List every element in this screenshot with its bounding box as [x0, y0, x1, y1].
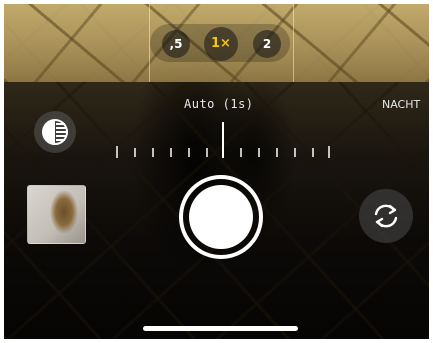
last-photo-thumbnail[interactable] [27, 185, 86, 244]
slider-tick [206, 148, 208, 157]
flip-camera-button[interactable] [359, 189, 413, 243]
slider-tick [240, 148, 242, 157]
zoom-2x-button[interactable]: 2 [253, 30, 281, 58]
shutter-button[interactable] [179, 175, 263, 259]
home-indicator[interactable] [143, 326, 298, 331]
zoom-0-5-button[interactable]: ,5 [162, 30, 190, 58]
styles-filter-icon [42, 119, 68, 145]
slider-tick [276, 148, 278, 157]
camera-screen: ,5 1× 2 Auto (1s) NACHT [4, 4, 429, 339]
camera-flip-icon [374, 204, 398, 228]
slider-tick [258, 148, 260, 157]
slider-thumb[interactable] [222, 122, 224, 158]
slider-tick [134, 148, 136, 157]
zoom-1x-button[interactable]: 1× [204, 27, 238, 61]
shutter-inner [189, 185, 253, 249]
slider-tick [152, 148, 154, 157]
grid-line-vertical-right [293, 4, 294, 82]
filter-button[interactable] [34, 111, 76, 153]
slider-tick [294, 148, 296, 157]
slider-tick [312, 148, 314, 157]
exposure-label: Auto (1s) [184, 97, 254, 111]
night-mode-label[interactable]: NACHT [382, 98, 420, 111]
slider-tick [170, 148, 172, 157]
slider-tick [116, 146, 118, 158]
slider-tick [328, 146, 330, 158]
slider-tick [188, 148, 190, 157]
exposure-slider[interactable] [112, 118, 332, 164]
